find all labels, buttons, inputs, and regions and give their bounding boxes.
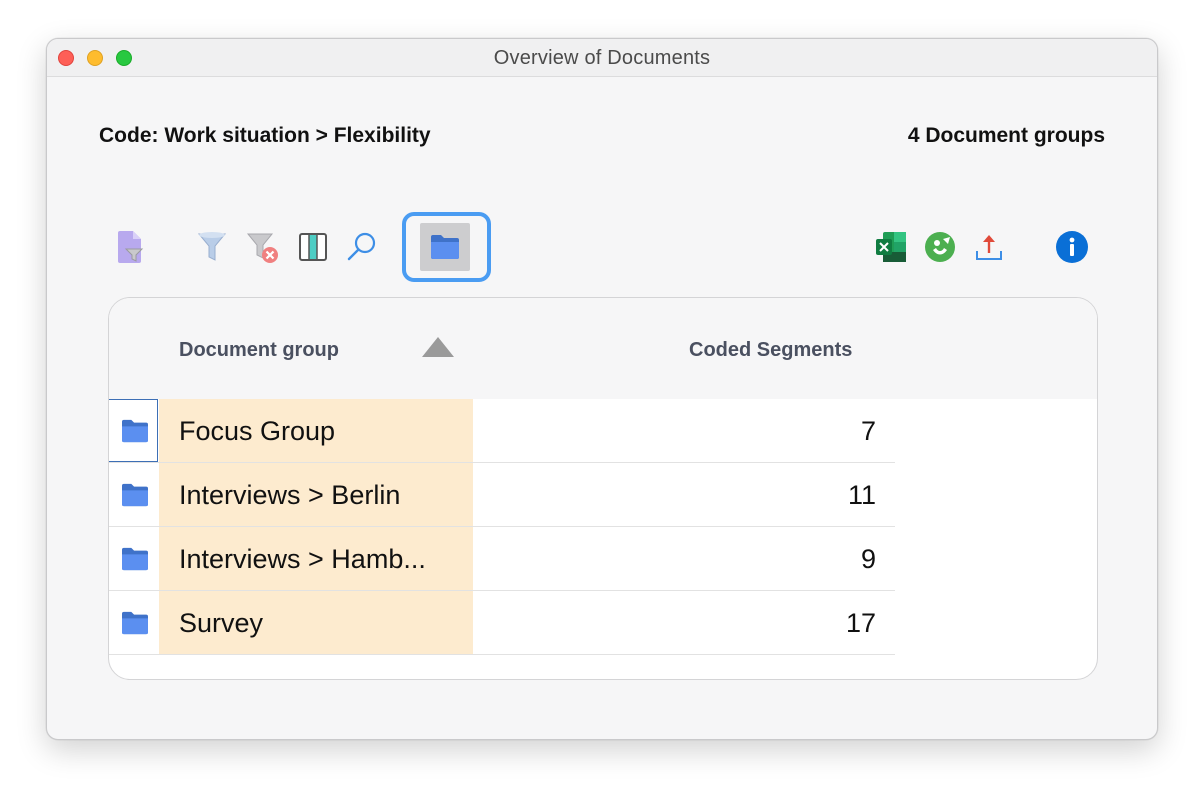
- code-label: Code: Work situation > Flexibility: [99, 124, 431, 147]
- funnel-icon[interactable]: [194, 229, 230, 265]
- folder-icon: [122, 419, 148, 443]
- export-icon[interactable]: [971, 229, 1007, 265]
- folder-icon[interactable]: [427, 229, 463, 265]
- overview-window: Overview of Documents Code: Work situati…: [46, 38, 1158, 740]
- funnel-clear-icon[interactable]: [245, 229, 281, 265]
- excel-export-icon[interactable]: [873, 229, 909, 265]
- document-group-name: Survey: [179, 608, 264, 638]
- coded-segments-count: 7: [860, 416, 876, 446]
- table-row[interactable]: Interviews > Hamb... 9: [109, 527, 1097, 591]
- columns-icon[interactable]: [295, 229, 331, 265]
- smartpublisher-icon[interactable]: [922, 229, 958, 265]
- info-icon[interactable]: [1054, 229, 1090, 265]
- document-group-name: Interviews > Hamb...: [179, 544, 426, 574]
- document-group-count: 4 Document groups: [907, 124, 1105, 147]
- window-title: Overview of Documents: [493, 47, 711, 69]
- column-header-coded-segments[interactable]: Coded Segments: [689, 339, 852, 362]
- coded-segments-count: 11: [847, 480, 876, 510]
- document-group-name: Focus Group: [179, 416, 336, 446]
- sort-ascending-icon[interactable]: [422, 337, 454, 357]
- column-header-document-group[interactable]: Document group: [179, 339, 339, 362]
- table-row[interactable]: Interviews > Berlin 11: [109, 463, 1097, 527]
- folder-icon: [122, 483, 148, 507]
- table-row[interactable]: Survey 17: [109, 591, 1097, 655]
- document-group-name: Interviews > Berlin: [179, 480, 401, 510]
- table-row[interactable]: Focus Group 7: [109, 399, 1097, 463]
- coded-segments-count: 17: [845, 608, 876, 638]
- coded-segments-count: 9: [860, 544, 876, 574]
- folder-icon: [122, 611, 148, 635]
- title-bar[interactable]: Overview of Documents: [47, 39, 1157, 77]
- document-filter-icon[interactable]: [113, 229, 149, 265]
- table-header: Document group Coded Segments: [109, 298, 1097, 399]
- search-icon[interactable]: [344, 229, 380, 265]
- folder-icon: [122, 547, 148, 571]
- document-groups-table: Document group Coded Segments Focus Grou…: [108, 297, 1098, 680]
- row-divider: [109, 654, 895, 655]
